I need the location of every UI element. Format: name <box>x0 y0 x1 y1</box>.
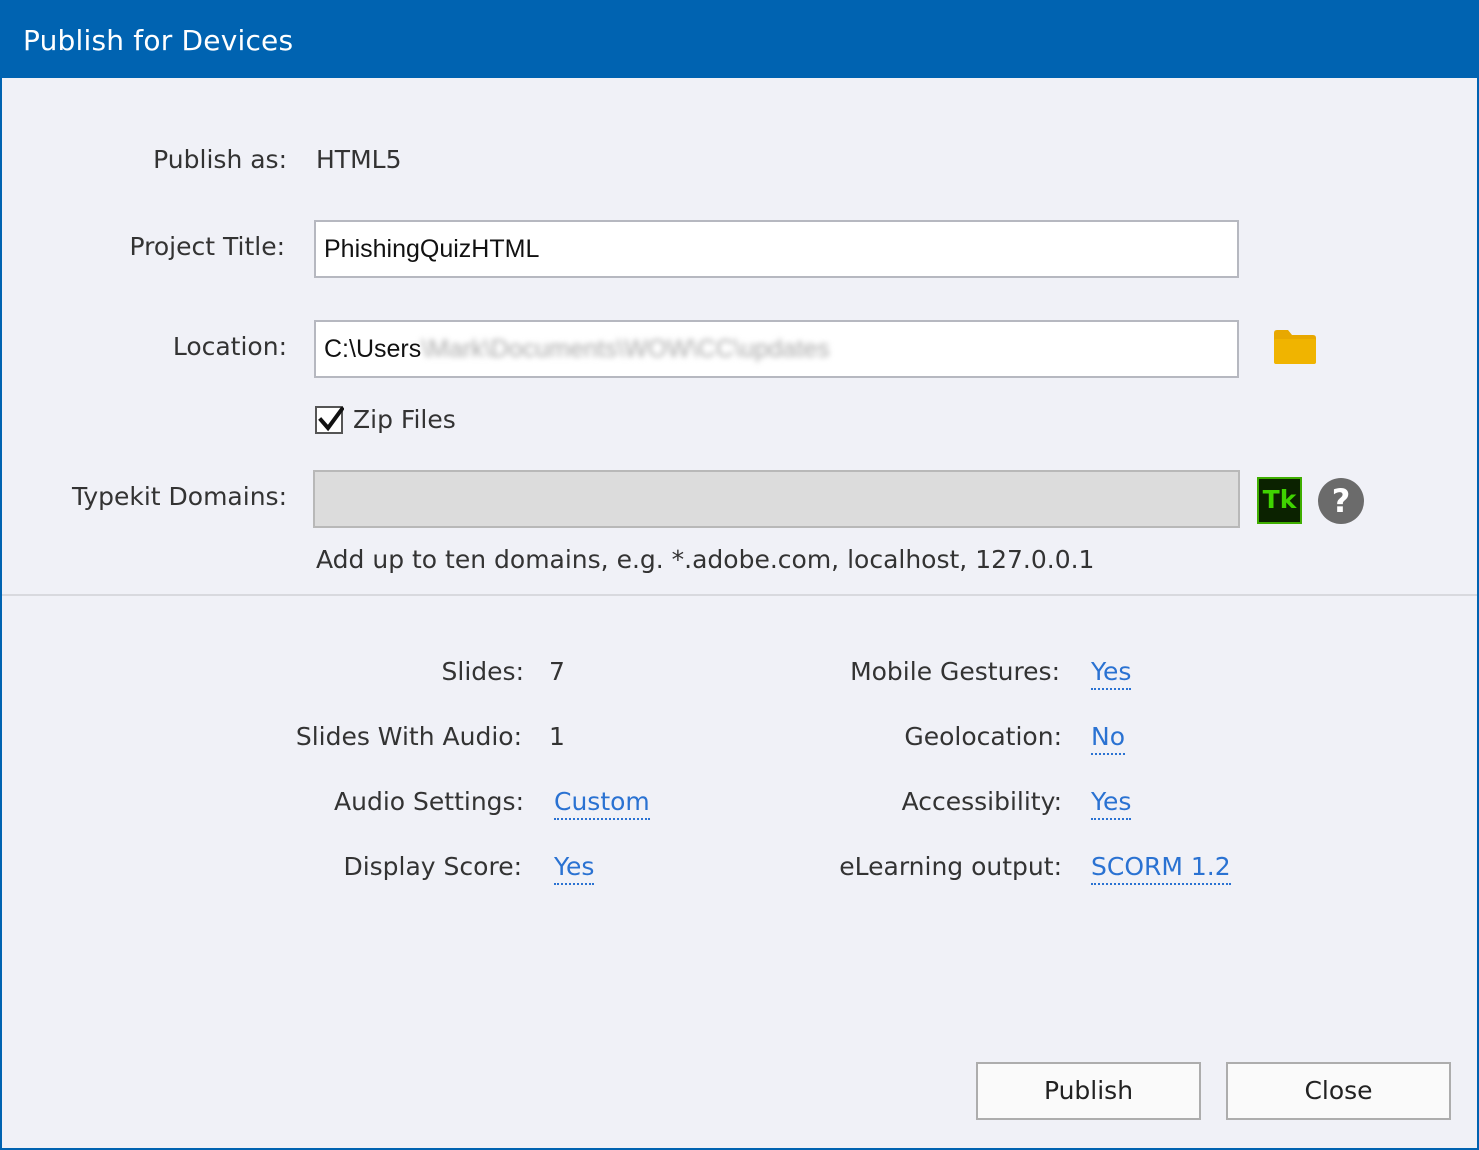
zip-files-label[interactable]: Zip Files <box>353 405 456 434</box>
typekit-domains-input[interactable] <box>313 470 1240 528</box>
section-divider <box>2 594 1477 596</box>
publish-as-label: Publish as: <box>153 145 287 174</box>
geolocation-label: Geolocation: <box>904 722 1062 751</box>
close-button[interactable]: Close <box>1226 1062 1451 1120</box>
location-input[interactable]: C:\Users\Mark\Documents\WOW\CC\updates <box>314 320 1239 378</box>
project-title-label: Project Title: <box>129 232 285 261</box>
title-bar[interactable]: Publish for Devices <box>2 2 1477 78</box>
dialog-title: Publish for Devices <box>23 24 294 57</box>
accessibility-link[interactable]: Yes <box>1091 787 1132 820</box>
display-score-link[interactable]: Yes <box>554 852 595 885</box>
zip-files-checkbox[interactable] <box>315 406 344 434</box>
typekit-domains-label: Typekit Domains: <box>71 482 287 511</box>
slides-with-audio-label: Slides With Audio: <box>295 722 522 751</box>
typekit-icon[interactable]: Tk <box>1257 477 1302 524</box>
location-text: C:\Users <box>324 335 422 363</box>
publish-button[interactable]: Publish <box>976 1062 1201 1120</box>
geolocation-link[interactable]: No <box>1091 722 1125 755</box>
folder-browse-icon[interactable] <box>1274 330 1316 364</box>
elearning-output-label: eLearning output: <box>839 852 1062 881</box>
audio-settings-label: Audio Settings: <box>334 787 524 816</box>
audio-settings-link[interactable]: Custom <box>554 787 650 820</box>
help-icon[interactable]: ? <box>1318 478 1364 524</box>
location-label: Location: <box>172 332 287 361</box>
location-obscured-text: \Mark\Documents\WOW\CC\updates <box>421 335 830 363</box>
publish-dialog: Publish for Devices Publish as: HTML5 Pr… <box>0 0 1479 1150</box>
elearning-output-link[interactable]: SCORM 1.2 <box>1091 852 1231 885</box>
mobile-gestures-link[interactable]: Yes <box>1091 657 1132 690</box>
slides-label: Slides: <box>441 657 524 686</box>
project-title-text: PhishingQuizHTML <box>324 235 540 263</box>
accessibility-label: Accessibility: <box>901 787 1062 816</box>
slides-with-audio-value: 1 <box>549 722 565 751</box>
checkmark-icon <box>318 407 344 432</box>
publish-as-value: HTML5 <box>316 145 402 174</box>
slides-value: 7 <box>549 657 565 686</box>
project-title-input[interactable]: PhishingQuizHTML <box>314 220 1239 278</box>
display-score-label: Display Score: <box>343 852 522 881</box>
mobile-gestures-label: Mobile Gestures: <box>850 657 1060 686</box>
typekit-hint: Add up to ten domains, e.g. *.adobe.com,… <box>316 545 1095 574</box>
